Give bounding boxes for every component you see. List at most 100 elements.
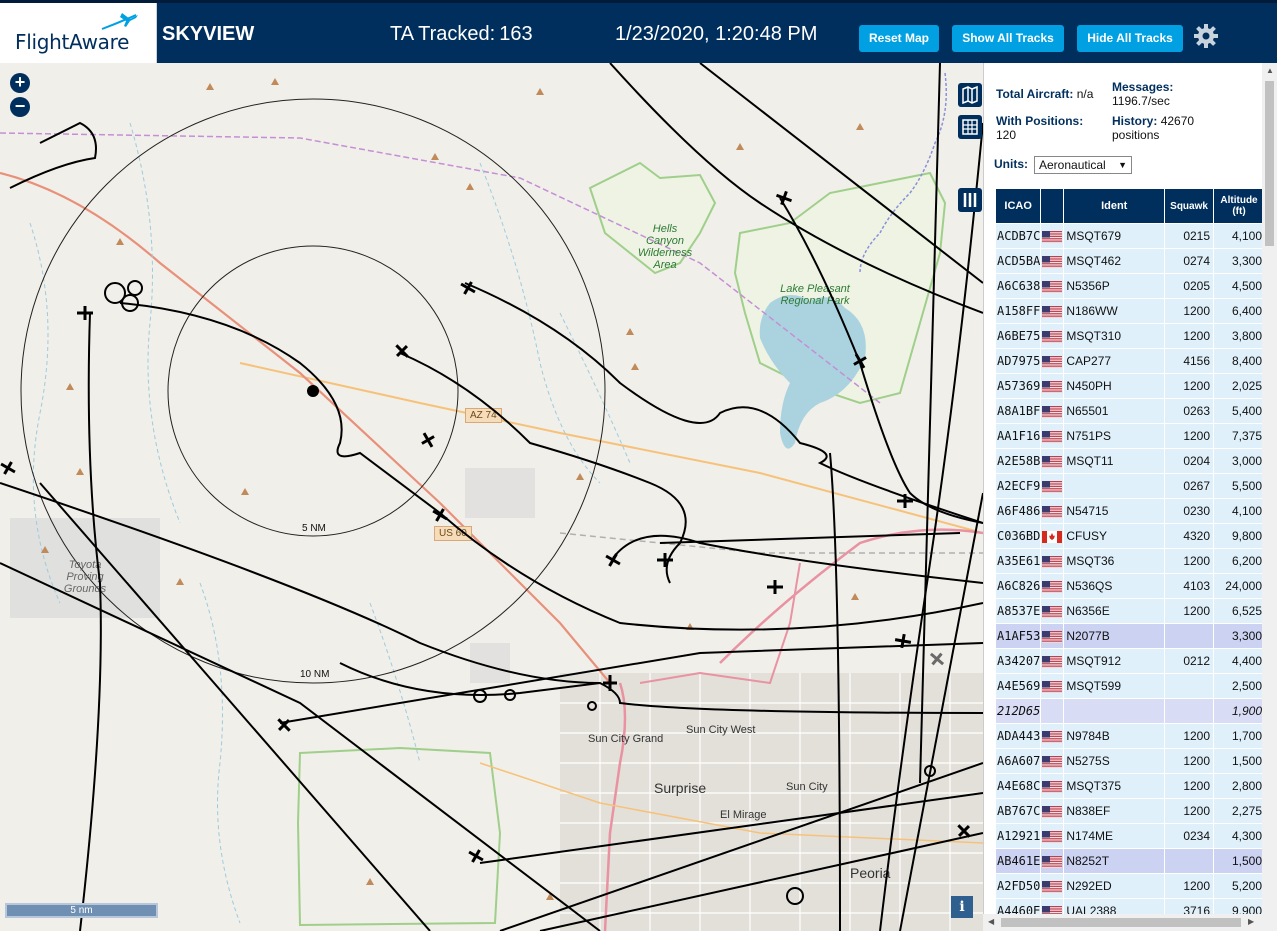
table-row[interactable]: A12921 N174ME 0234 4,300 — [996, 824, 1264, 848]
squawk-cell: 1200 — [1165, 324, 1214, 348]
table-row[interactable]: A35E61 MSQT36 1200 6,200 — [996, 549, 1264, 573]
ident-cell: N5356P — [1064, 274, 1165, 298]
table-row[interactable]: ADA443 N9784B 1200 1,700 — [996, 724, 1264, 748]
scroll-thumb[interactable] — [1265, 81, 1274, 246]
table-row[interactable]: A6C638 N5356P 0205 4,500 — [996, 274, 1264, 298]
zoom-out-button[interactable]: − — [10, 97, 30, 117]
us-flag-icon — [1042, 580, 1063, 593]
table-row[interactable]: A4E68C MSQT375 1200 2,800 — [996, 774, 1264, 798]
table-row[interactable]: A8A1BF N65501 0263 5,400 — [996, 399, 1264, 423]
us-flag-icon — [1042, 880, 1063, 893]
us-flag-icon — [1042, 430, 1063, 443]
table-row[interactable]: A2E58B MSQT11 0204 3,000 — [996, 449, 1264, 473]
squawk-cell: 1200 — [1165, 874, 1214, 898]
with-positions-label: With Positions: — [996, 114, 1084, 128]
table-row[interactable]: A57369 N450PH 1200 2,025 — [996, 374, 1264, 398]
tracks-layer — [0, 63, 983, 931]
icao-cell: A6F486 — [996, 499, 1041, 523]
table-row[interactable]: AA1F16 N751PS 1200 7,375 — [996, 424, 1264, 448]
app-title: SKYVIEW — [162, 23, 255, 45]
us-flag-icon — [1042, 855, 1063, 868]
flag-cell — [1041, 724, 1064, 748]
scroll-right-icon[interactable]: ▶ — [1248, 917, 1254, 926]
flightaware-logo[interactable]: FlightAware — [0, 3, 157, 66]
history-label: History: — [1112, 114, 1158, 128]
table-row[interactable]: A34207 MSQT912 0212 4,400 — [996, 649, 1264, 673]
table-row[interactable]: AB767C N838EF 1200 2,275 — [996, 799, 1264, 823]
table-row[interactable]: A2ECF9 0267 5,500 — [996, 474, 1264, 498]
column-altitude[interactable]: Altitude (ft) — [1214, 189, 1264, 223]
column-flag[interactable] — [1041, 189, 1064, 223]
show-all-tracks-button[interactable]: Show All Tracks — [952, 25, 1064, 52]
scroll-hthumb[interactable] — [1001, 918, 1241, 927]
flag-cell — [1041, 374, 1064, 398]
icao-cell: A6BE75 — [996, 324, 1041, 348]
us-flag-icon — [1042, 280, 1063, 293]
us-flag-icon — [1042, 780, 1063, 793]
aircraft-table: ICAO Ident Squawk Altitude (ft) ACDB7C MS… — [995, 188, 1265, 924]
zoom-in-button[interactable]: + — [10, 73, 30, 93]
table-row[interactable]: A8537E N6356E 1200 6,525 — [996, 599, 1264, 623]
table-row[interactable]: C036BD CFUSY 4320 9,800 — [996, 524, 1264, 548]
table-row[interactable]: 212D65 1,900 — [996, 699, 1264, 723]
table-row[interactable]: A6BE75 MSQT310 1200 3,800 — [996, 324, 1264, 348]
squawk-cell: 1200 — [1165, 374, 1214, 398]
flag-cell — [1041, 649, 1064, 673]
us-flag-icon — [1042, 755, 1063, 768]
table-row[interactable]: ACDB7C MSQT679 0215 4,100 — [996, 224, 1264, 248]
columns-toggle-button[interactable] — [958, 188, 982, 212]
squawk-cell: 0263 — [1165, 399, 1214, 423]
squawk-cell: 0212 — [1165, 649, 1214, 673]
flag-cell — [1041, 699, 1064, 723]
map-layers-button[interactable] — [958, 83, 982, 107]
ident-cell: MSQT375 — [1064, 774, 1165, 798]
squawk-cell — [1165, 849, 1214, 873]
table-row[interactable]: A4E569 MSQT599 2,500 — [996, 674, 1264, 698]
us-flag-icon — [1042, 380, 1063, 393]
flag-cell — [1041, 599, 1064, 623]
altitude-cell: 1,500 — [1214, 749, 1264, 773]
info-button[interactable]: i — [951, 896, 973, 918]
table-row[interactable]: A1AF53 N2077B 3,300 — [996, 624, 1264, 648]
altitude-cell: 5,400 — [1214, 399, 1264, 423]
icao-cell: A158FF — [996, 299, 1041, 323]
reset-map-button[interactable]: Reset Map — [859, 25, 939, 52]
table-row[interactable]: AB461E N8252T 1,500 — [996, 849, 1264, 873]
gear-icon[interactable] — [1193, 23, 1219, 49]
grid-toggle-button[interactable] — [958, 115, 982, 139]
icao-cell: ACDB7C — [996, 224, 1041, 248]
column-icao[interactable]: ICAO — [996, 189, 1041, 223]
table-row[interactable]: A6C826 N536QS 4103 24,000 — [996, 574, 1264, 598]
table-row[interactable]: A6F486 N54715 0230 4,100 — [996, 499, 1264, 523]
map-canvas[interactable]: Hells Canyon Wilderness Area Lake Pleasa… — [0, 63, 983, 931]
altitude-cell: 4,500 — [1214, 274, 1264, 298]
total-aircraft-stat: Total Aircraft: n/a — [996, 87, 1093, 101]
table-row[interactable]: A2FD50 N292ED 1200 5,200 — [996, 874, 1264, 898]
table-row[interactable]: AD7975 CAP277 4156 8,400 — [996, 349, 1264, 373]
us-flag-icon — [1042, 655, 1063, 668]
scroll-up-icon[interactable]: ▲ — [1266, 66, 1274, 75]
altitude-cell: 1,500 — [1214, 849, 1264, 873]
icao-cell: A6C826 — [996, 574, 1041, 598]
table-row[interactable]: A158FF N186WW 1200 6,400 — [996, 299, 1264, 323]
table-row[interactable]: ACD5BA MSQT462 0274 3,300 — [996, 249, 1264, 273]
column-squawk[interactable]: Squawk — [1165, 189, 1214, 223]
us-flag-icon — [1042, 505, 1063, 518]
sidebar-vertical-scrollbar[interactable]: ▲ — [1262, 63, 1277, 914]
ident-cell: N174ME — [1064, 824, 1165, 848]
icao-cell: AD7975 — [996, 349, 1041, 373]
squawk-cell: 4156 — [1165, 349, 1214, 373]
altitude-cell: 4,400 — [1214, 649, 1264, 673]
column-ident[interactable]: Ident — [1064, 189, 1165, 223]
altitude-cell: 9,800 — [1214, 524, 1264, 548]
history-unit: positions — [1112, 128, 1160, 142]
units-select[interactable]: Aeronautical ▼ — [1034, 156, 1132, 174]
us-flag-icon — [1042, 480, 1063, 493]
altitude-cell: 2,275 — [1214, 799, 1264, 823]
units-label: Units: — [994, 157, 1028, 171]
hide-all-tracks-button[interactable]: Hide All Tracks — [1077, 25, 1183, 52]
sidebar-horizontal-scrollbar[interactable]: ◀ ▶ — [983, 914, 1277, 931]
scroll-left-icon[interactable]: ◀ — [988, 917, 994, 926]
table-row[interactable]: A6A607 N5275S 1200 1,500 — [996, 749, 1264, 773]
flag-cell — [1041, 774, 1064, 798]
